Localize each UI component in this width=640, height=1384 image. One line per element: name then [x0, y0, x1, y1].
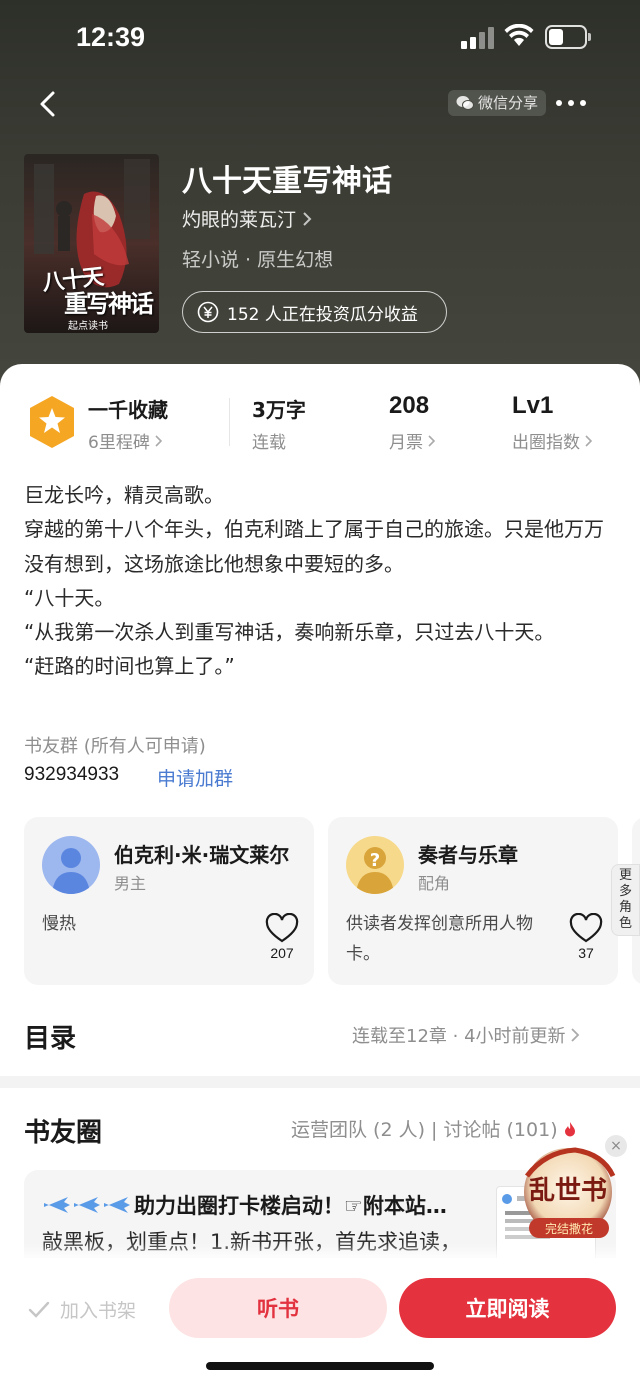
circle-info: 运营团队 (2 人) | 讨论帖 (101)	[291, 1119, 558, 1141]
add-to-shelf-label: 加入书架	[60, 1300, 137, 1322]
level-link[interactable]: 出圈指数	[512, 428, 593, 453]
stats-row: 一千收藏 6里程碑 3万字 连载 208 月票 Lv1 出圈指数	[0, 390, 640, 454]
avatar: ?	[346, 836, 404, 894]
chevron-right-icon	[585, 434, 593, 447]
bottom-action-bar: 加入书架 听书 立即阅读	[0, 1258, 640, 1384]
word-count: 3万字	[252, 398, 306, 422]
dot-icon	[580, 100, 586, 106]
back-button[interactable]	[32, 84, 68, 124]
character-cards: 伯克利·米·瑞文莱尔 男主 慢热 207 ? 奏者与乐章 配角 供读者发挥创意所…	[24, 817, 640, 985]
status-time: 12:39	[76, 22, 146, 52]
post-body: 敲黑板，划重点！1.新书开张，首先求追读，	[42, 1230, 462, 1254]
milestone-link[interactable]: 6里程碑	[88, 428, 163, 453]
description-line: 巨龙长吟，精灵高歌。	[24, 483, 224, 507]
monthly-tickets-label: 月票	[389, 433, 423, 453]
chevron-right-icon	[570, 1028, 579, 1042]
checkmark-icon	[28, 1301, 50, 1318]
cover-publisher: 起点读书	[68, 321, 108, 332]
book-circle-link[interactable]: 运营团队 (2 人) | 讨论帖 (101)	[291, 1115, 577, 1142]
book-title: 八十天重写神话	[182, 164, 392, 199]
table-of-contents-row[interactable]: 目录 连载至12章 · 4小时前更新	[0, 1006, 640, 1066]
post-title-row: 助力出圈打卡楼启动！☞附本站…	[42, 1190, 447, 1220]
heart-icon[interactable]	[264, 913, 300, 945]
toc-info-group: 连载至12章 · 4小时前更新	[352, 1022, 580, 1048]
character-desc: 供读者发挥创意所用人物卡。	[346, 914, 533, 964]
toc-info: 连载至12章 · 4小时前更新	[352, 1026, 566, 1047]
description-line: “八十天。	[24, 585, 115, 610]
share-label: 微信分享	[478, 94, 539, 112]
join-group-link[interactable]: 申请加群	[157, 764, 233, 791]
read-now-button[interactable]: 立即阅读	[399, 1278, 616, 1338]
promo-title: 乱世书	[528, 1176, 607, 1206]
floating-promo[interactable]: 乱世书 完结撒花	[515, 1146, 621, 1246]
section-divider	[0, 1076, 640, 1088]
invest-button[interactable]: 152 人正在投资瓜分收益	[182, 291, 447, 333]
status-bar: 12:39	[0, 0, 640, 76]
invest-text: 152 人正在投资瓜分收益	[227, 304, 418, 325]
promo-tag: 完结撒花	[544, 1222, 593, 1236]
level-label: 出圈指数	[512, 433, 580, 453]
toc-title: 目录	[24, 1024, 77, 1054]
like-count: 37	[578, 945, 594, 961]
badge-title: 一千收藏	[88, 398, 168, 422]
add-to-shelf-button[interactable]: 加入书架	[28, 1296, 136, 1323]
author-link[interactable]: 灼眼的莱瓦汀	[182, 205, 312, 232]
heart-icon[interactable]	[568, 913, 604, 945]
badge-sub: 6里程碑	[88, 433, 150, 453]
cellular-signal-icon	[461, 27, 495, 49]
monthly-tickets-link[interactable]: 月票	[389, 428, 436, 453]
description-line: “赶路的时间也算上了。”	[24, 654, 235, 679]
cover-title-line2: 重写神话	[64, 289, 154, 318]
book-description[interactable]: 巨龙长吟，精灵高歌。 穿越的第十八个年头，伯克利踏上了属于自己的旅途。只是他万万…	[24, 478, 620, 684]
group-number: 932934933	[24, 764, 120, 785]
book-cover[interactable]: 八十天 重写神话 起点读书	[24, 154, 159, 333]
dot-icon	[556, 100, 562, 106]
chevron-right-icon	[155, 434, 162, 447]
wechat-icon	[456, 96, 474, 110]
airplane-icons	[44, 1197, 130, 1213]
flame-icon	[564, 1121, 575, 1136]
character-type: 配角	[418, 874, 451, 893]
description-line: 穿越的第十八个年头，伯克利踏上了属于自己的旅途。只是他万万没有想到，这场旅途比他…	[24, 517, 604, 576]
svg-text:?: ?	[370, 850, 380, 871]
home-indicator	[206, 1362, 434, 1370]
character-card[interactable]: 伯克利·米·瑞文莱尔 男主 慢热 207	[24, 817, 314, 985]
post-title: 助力出圈打卡楼启动！☞附本站…	[134, 1194, 447, 1218]
dot-icon	[568, 100, 574, 106]
avatar	[42, 836, 100, 894]
description-line: “从我第一次杀人到重写神话，奏响新乐章，只过去八十天。	[24, 620, 555, 645]
character-desc: 慢热	[42, 914, 76, 934]
wechat-share-button[interactable]: 微信分享	[448, 90, 547, 116]
yuan-coin-icon	[197, 301, 219, 323]
chevron-right-icon	[428, 434, 436, 447]
more-characters-button[interactable]: 更多角色	[611, 864, 640, 936]
book-circle-title: 书友圈	[24, 1118, 103, 1148]
author-name: 灼眼的莱瓦汀	[182, 209, 297, 231]
monthly-tickets-value: 208	[389, 392, 430, 419]
divider	[229, 398, 230, 446]
wifi-icon	[504, 24, 534, 46]
chevron-right-icon	[303, 211, 312, 226]
status-label: 连载	[252, 433, 286, 453]
battery-icon	[545, 25, 591, 49]
group-label: 书友群 (所有人可申请)	[24, 736, 206, 757]
level-value: Lv1	[512, 392, 554, 419]
character-name: 奏者与乐章	[418, 843, 518, 867]
like-count: 207	[270, 945, 294, 961]
book-genre: 轻小说 · 原生幻想	[182, 249, 334, 271]
character-name: 伯克利·米·瑞文莱尔	[114, 843, 290, 867]
more-options-button[interactable]	[556, 96, 590, 110]
milestone-badge-icon	[30, 396, 74, 448]
character-card[interactable]: ? 奏者与乐章 配角 供读者发挥创意所用人物卡。 37	[328, 817, 618, 985]
listen-button[interactable]: 听书	[169, 1278, 387, 1338]
character-type: 男主	[114, 874, 147, 893]
